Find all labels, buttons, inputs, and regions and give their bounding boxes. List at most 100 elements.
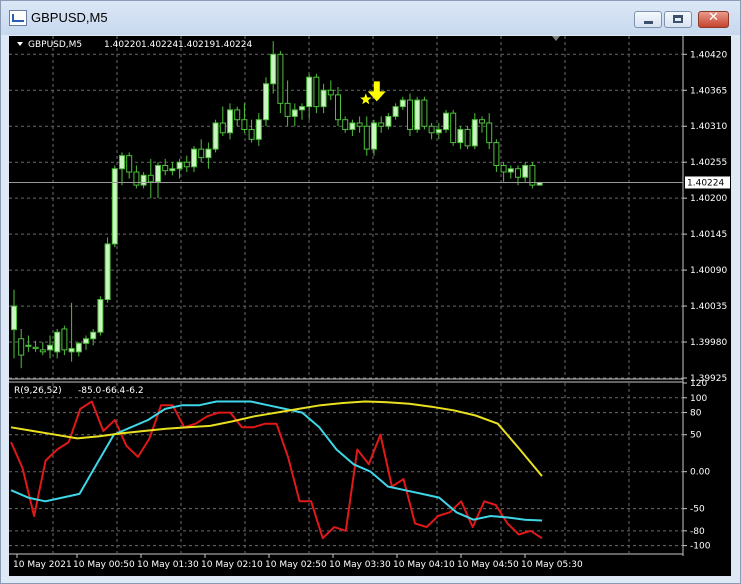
candle-body-bear [126,155,133,173]
candle-body-bull [155,164,161,183]
candle-body-bear [363,125,370,150]
indicator-line-9 [10,400,543,540]
candle-body-bear [234,109,241,121]
time-axis-label: 10 May 05:30 [521,560,583,570]
candle-body-bear [464,129,471,147]
down-arrow-icon [367,81,386,102]
candle-body-bull [212,122,219,150]
candle-body-bear [335,94,341,121]
price-header-low: 1.40219 [178,40,215,50]
indicator-axis-label: 100 [690,394,707,404]
axis-labels: 1.40420 1.40365 1.40310 1.40255 1.40200 1.401… [13,50,727,570]
candle-body-bear [356,122,363,127]
candle-body-bear [500,164,507,173]
candle-body-bull [299,106,305,111]
candle-body-bull [371,122,377,150]
candle-body-bear [342,119,349,131]
chart-area[interactable]: 1.40420 1.40365 1.40310 1.40255 1.40200 1.401… [9,36,731,576]
candle-body-bull [507,168,514,173]
candle-body-bull [140,174,147,186]
close-icon: ✕ [708,10,719,25]
candle-body-bear [133,171,140,186]
collapse-triangle-icon[interactable] [17,42,23,46]
candle-body-bear [61,328,68,351]
candle-body-bull [68,348,75,353]
indicator-lines [10,400,543,540]
price-axis-label: 1.40255 [690,158,727,168]
time-axis-label: 10 May 03:30 [329,560,391,570]
candle-body-bull [291,109,298,117]
price-header-symbol: GBPUSD,M5 [28,40,82,50]
candle-body-bear [421,99,428,127]
indicator-axis-label: 0.00 [690,468,710,478]
title-bar[interactable]: GBPUSD,M5 ✕ [1,1,740,35]
maximize-button[interactable] [664,11,692,28]
candle-body-bear [147,174,154,183]
candle-body-bull [270,53,277,85]
indicator-axis-label: -80 [690,527,705,537]
time-axis-label: 10 May 01:30 [137,560,199,570]
chart-window: GBPUSD,M5 ✕ 1.40420 1.40365 1.40310 1.40255… [0,0,741,584]
indicator-header-v3: -6.2 [126,386,144,396]
close-button[interactable]: ✕ [698,10,729,28]
price-axis-label: 1.40200 [690,194,727,204]
candle-body-bull [169,168,176,172]
candle-body-bear [284,102,291,117]
candle-body-bull [227,109,233,134]
candle-body-bull [11,305,17,331]
indicator-header-v1: -85.0 [78,386,102,396]
indicator-axis-label: 80 [690,409,702,419]
candle-body-bull [191,148,197,168]
candle-body-bull [104,243,111,301]
current-price-label: 1.40224 [687,178,724,188]
candle-body-bull [47,344,53,351]
indicator-header-v2: -66.4 [102,386,126,396]
candle-body-bull [471,119,478,147]
candle-body-bear [18,338,25,356]
price-candles [11,41,543,369]
time-axis-label: 10 May 04:10 [393,560,455,570]
candle-body-bear [479,119,485,124]
candle-body-bull [399,99,406,108]
indicator-header-label: R(9,26,52) [14,386,62,396]
candle-body-bear [219,122,226,134]
candle-body-bull [205,148,212,159]
price-axis-label: 1.40035 [690,302,727,312]
indicator-axis-label: 120 [690,379,707,389]
candle-body-bull [385,115,392,127]
candle-body-bear [277,53,284,104]
candle-body-bull [263,83,269,121]
indicator-axis-label: 50 [690,431,702,441]
chart-canvas[interactable]: 1.40420 1.40365 1.40310 1.40255 1.40200 1.401… [9,36,731,576]
minimize-icon [644,21,653,24]
candle-body-bull [320,89,327,108]
indicator-line-52 [10,400,543,477]
chart-window-icon [9,10,27,26]
time-axis-label: 10 May 02:50 [265,560,327,570]
candle-body-bear [183,161,190,168]
candle-body-bull [97,299,104,333]
indicator-axis-label: -50 [690,505,705,515]
price-header-close: 1.40224 [215,40,252,50]
price-axis-label: 1.40145 [690,230,727,240]
candle-body-bear [248,129,255,140]
chart-shift-marker-icon[interactable] [552,36,560,41]
candle-body-bull [255,119,262,140]
candle-body-bear [32,346,39,350]
candle-body-bull [176,161,183,170]
time-axis-label: 10 May 02:10 [201,560,263,570]
candle-body-bear [450,112,457,144]
candle-body-bull [25,344,32,347]
candle-body-bear [327,89,334,96]
window-title: GBPUSD,M5 [31,10,108,25]
candle-body-bear [198,148,205,159]
candle-body-bear [378,122,385,127]
candle-body-bear [493,142,500,166]
time-axis-label: 10 May 00:50 [73,560,135,570]
candle-body-bear [313,76,320,108]
candle-body-bull [306,76,313,108]
candle-body-bear [428,125,435,134]
candle-body-bull [83,338,89,344]
minimize-button[interactable] [634,11,662,28]
time-axis-label: 10 May 04:50 [457,560,519,570]
